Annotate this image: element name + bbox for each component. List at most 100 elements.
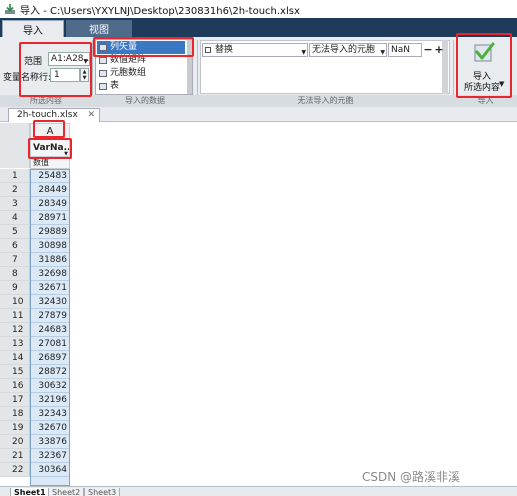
column-type-header[interactable]: 数值 xyxy=(30,157,70,169)
row-number[interactable]: 21 xyxy=(0,449,30,463)
table-cell[interactable]: 28971 xyxy=(31,211,69,225)
table-cell[interactable]: 33876 xyxy=(31,435,69,449)
list-scrollbar[interactable] xyxy=(187,40,192,94)
table-cell[interactable]: 32367 xyxy=(31,449,69,463)
watermark: CSDN @路溪非溪 xyxy=(362,470,461,484)
table-cell[interactable]: 32196 xyxy=(31,393,69,407)
sheet-tab-1[interactable]: Sheet1 xyxy=(10,488,50,496)
output-type-cell-array[interactable]: 元胞数组 xyxy=(97,67,185,80)
table-cell[interactable]: 32343 xyxy=(31,407,69,421)
table-cell[interactable]: 32430 xyxy=(31,295,69,309)
chevron-down-icon[interactable]: ▼ xyxy=(499,80,504,88)
table-cell[interactable]: 32670 xyxy=(31,421,69,435)
varnames-row-input[interactable]: 1 xyxy=(50,68,80,82)
window-title: 导入 - C:\Users\YXYLNJ\Desktop\230831h6\2h… xyxy=(20,5,300,17)
section-import-label: 导入 xyxy=(477,96,494,105)
table-cell[interactable]: 27879 xyxy=(31,309,69,323)
import-selection-button[interactable]: 导入 所选内容 ▼ xyxy=(459,36,511,96)
checkmark-icon xyxy=(474,42,495,62)
table-icon xyxy=(99,83,107,90)
row-number[interactable]: 1 xyxy=(0,169,30,183)
variable-name-header[interactable]: VarNa... ▼ xyxy=(30,139,70,157)
output-type-numeric-matrix[interactable]: 数值矩阵 xyxy=(97,54,185,67)
sheet-tab-3[interactable]: Sheet3 xyxy=(84,488,121,496)
document-tab-label: 2h-touch.xlsx xyxy=(17,110,78,120)
row-number[interactable]: 18 xyxy=(0,407,30,421)
document-tab[interactable]: 2h-touch.xlsx ✕ xyxy=(8,108,100,122)
row-number[interactable]: 3 xyxy=(0,197,30,211)
row-number[interactable]: 22 xyxy=(0,463,30,477)
chevron-down-icon[interactable]: ▼ xyxy=(380,47,385,56)
option-label: 数值矩阵 xyxy=(110,55,147,65)
tab-import[interactable]: 导入 xyxy=(2,20,64,37)
chevron-down-icon[interactable]: ▼ xyxy=(64,146,68,156)
row-number[interactable]: 14 xyxy=(0,351,30,365)
output-type-table[interactable]: 表 xyxy=(97,80,185,93)
tab-view[interactable]: 视图 xyxy=(66,20,132,37)
section-selection-label: 所选内容 xyxy=(30,96,62,105)
row-number[interactable]: 5 xyxy=(0,225,30,239)
row-number[interactable]: 8 xyxy=(0,267,30,281)
row-number[interactable]: 6 xyxy=(0,239,30,253)
import-app-icon xyxy=(5,4,15,14)
option-label: 元胞数组 xyxy=(110,68,147,78)
chevron-down-icon[interactable]: ▼ xyxy=(301,47,306,59)
row-number[interactable]: 17 xyxy=(0,393,30,407)
sheet-tab-2[interactable]: Sheet2 xyxy=(48,488,85,496)
table-cell[interactable]: 32698 xyxy=(31,267,69,281)
close-icon[interactable]: ✕ xyxy=(87,109,95,122)
row-number[interactable]: 9 xyxy=(0,281,30,295)
table-cell[interactable]: 30632 xyxy=(31,379,69,393)
column-letter-header[interactable]: A xyxy=(30,123,70,139)
add-rule-button[interactable]: + xyxy=(434,43,444,57)
row-number[interactable]: 15 xyxy=(0,365,30,379)
row-number[interactable]: 11 xyxy=(0,309,30,323)
row-number[interactable]: 4 xyxy=(0,211,30,225)
tab-strip: 导入 视图 xyxy=(0,18,517,37)
cell-array-icon xyxy=(99,70,107,77)
table-cell[interactable]: 28872 xyxy=(31,365,69,379)
table-cell[interactable]: 24683 xyxy=(31,323,69,337)
output-type-list[interactable]: 列矢量 数值矩阵 元胞数组 表 xyxy=(95,39,193,95)
rule-icon xyxy=(205,47,211,53)
row-number[interactable]: 13 xyxy=(0,337,30,351)
corner-header xyxy=(0,123,30,168)
rule-action-dropdown[interactable]: 替换 ▼ xyxy=(202,43,308,57)
table-cell[interactable]: 28349 xyxy=(31,197,69,211)
replacement-value-field[interactable]: NaN xyxy=(388,43,422,57)
section-label-bar: 所选内容 导入的数据 无法导入的元胞 导入 xyxy=(0,95,517,107)
table-cell[interactable]: 30898 xyxy=(31,239,69,253)
spinner-icon[interactable]: ▲ ▼ xyxy=(80,68,89,82)
range-input[interactable]: A1:A28... ▼ xyxy=(48,52,90,66)
row-number[interactable]: 10 xyxy=(0,295,30,309)
remove-rule-button[interactable]: − xyxy=(423,43,433,57)
row-number[interactable]: 19 xyxy=(0,421,30,435)
matrix-icon xyxy=(99,57,107,64)
row-number[interactable]: 16 xyxy=(0,379,30,393)
table-cell[interactable]: 25483 xyxy=(31,169,69,183)
section-output-label: 导入的数据 xyxy=(125,96,165,105)
row-number[interactable]: 20 xyxy=(0,435,30,449)
table-cell[interactable]: 32671 xyxy=(31,281,69,295)
table-cell[interactable]: 27081 xyxy=(31,337,69,351)
rule-condition-value: 无法导入的元胞 xyxy=(312,45,376,55)
row-number[interactable]: 12 xyxy=(0,323,30,337)
option-label: 列矢量 xyxy=(110,42,138,52)
sheet-tab-bar: Sheet1 Sheet2 Sheet3 xyxy=(0,486,517,496)
row-number[interactable]: 7 xyxy=(0,253,30,267)
chevron-down-icon[interactable]: ▼ xyxy=(83,56,88,65)
varnames-row-label: 变量名称行: xyxy=(3,73,52,83)
table-cell[interactable]: 28449 xyxy=(31,183,69,197)
spreadsheet: A VarNa... ▼ 数值 1 25483 2 28449 3 28349 4 28971… xyxy=(0,123,517,486)
table-cell[interactable]: 26897 xyxy=(31,351,69,365)
rule-condition-dropdown[interactable]: 无法导入的元胞 ▼ xyxy=(309,43,387,57)
title-bar: 导入 - C:\Users\YXYLNJ\Desktop\230831h6\2h… xyxy=(0,0,517,18)
section-unimportable-label: 无法导入的元胞 xyxy=(297,96,354,105)
document-tab-bar: 2h-touch.xlsx ✕ xyxy=(0,107,517,122)
row-number[interactable]: 2 xyxy=(0,183,30,197)
table-cell[interactable]: 31886 xyxy=(31,253,69,267)
column-vector-icon xyxy=(99,44,107,51)
table-cell[interactable]: 29889 xyxy=(31,225,69,239)
table-cell[interactable]: 30364 xyxy=(31,463,69,477)
output-type-column-vectors[interactable]: 列矢量 xyxy=(97,41,185,54)
